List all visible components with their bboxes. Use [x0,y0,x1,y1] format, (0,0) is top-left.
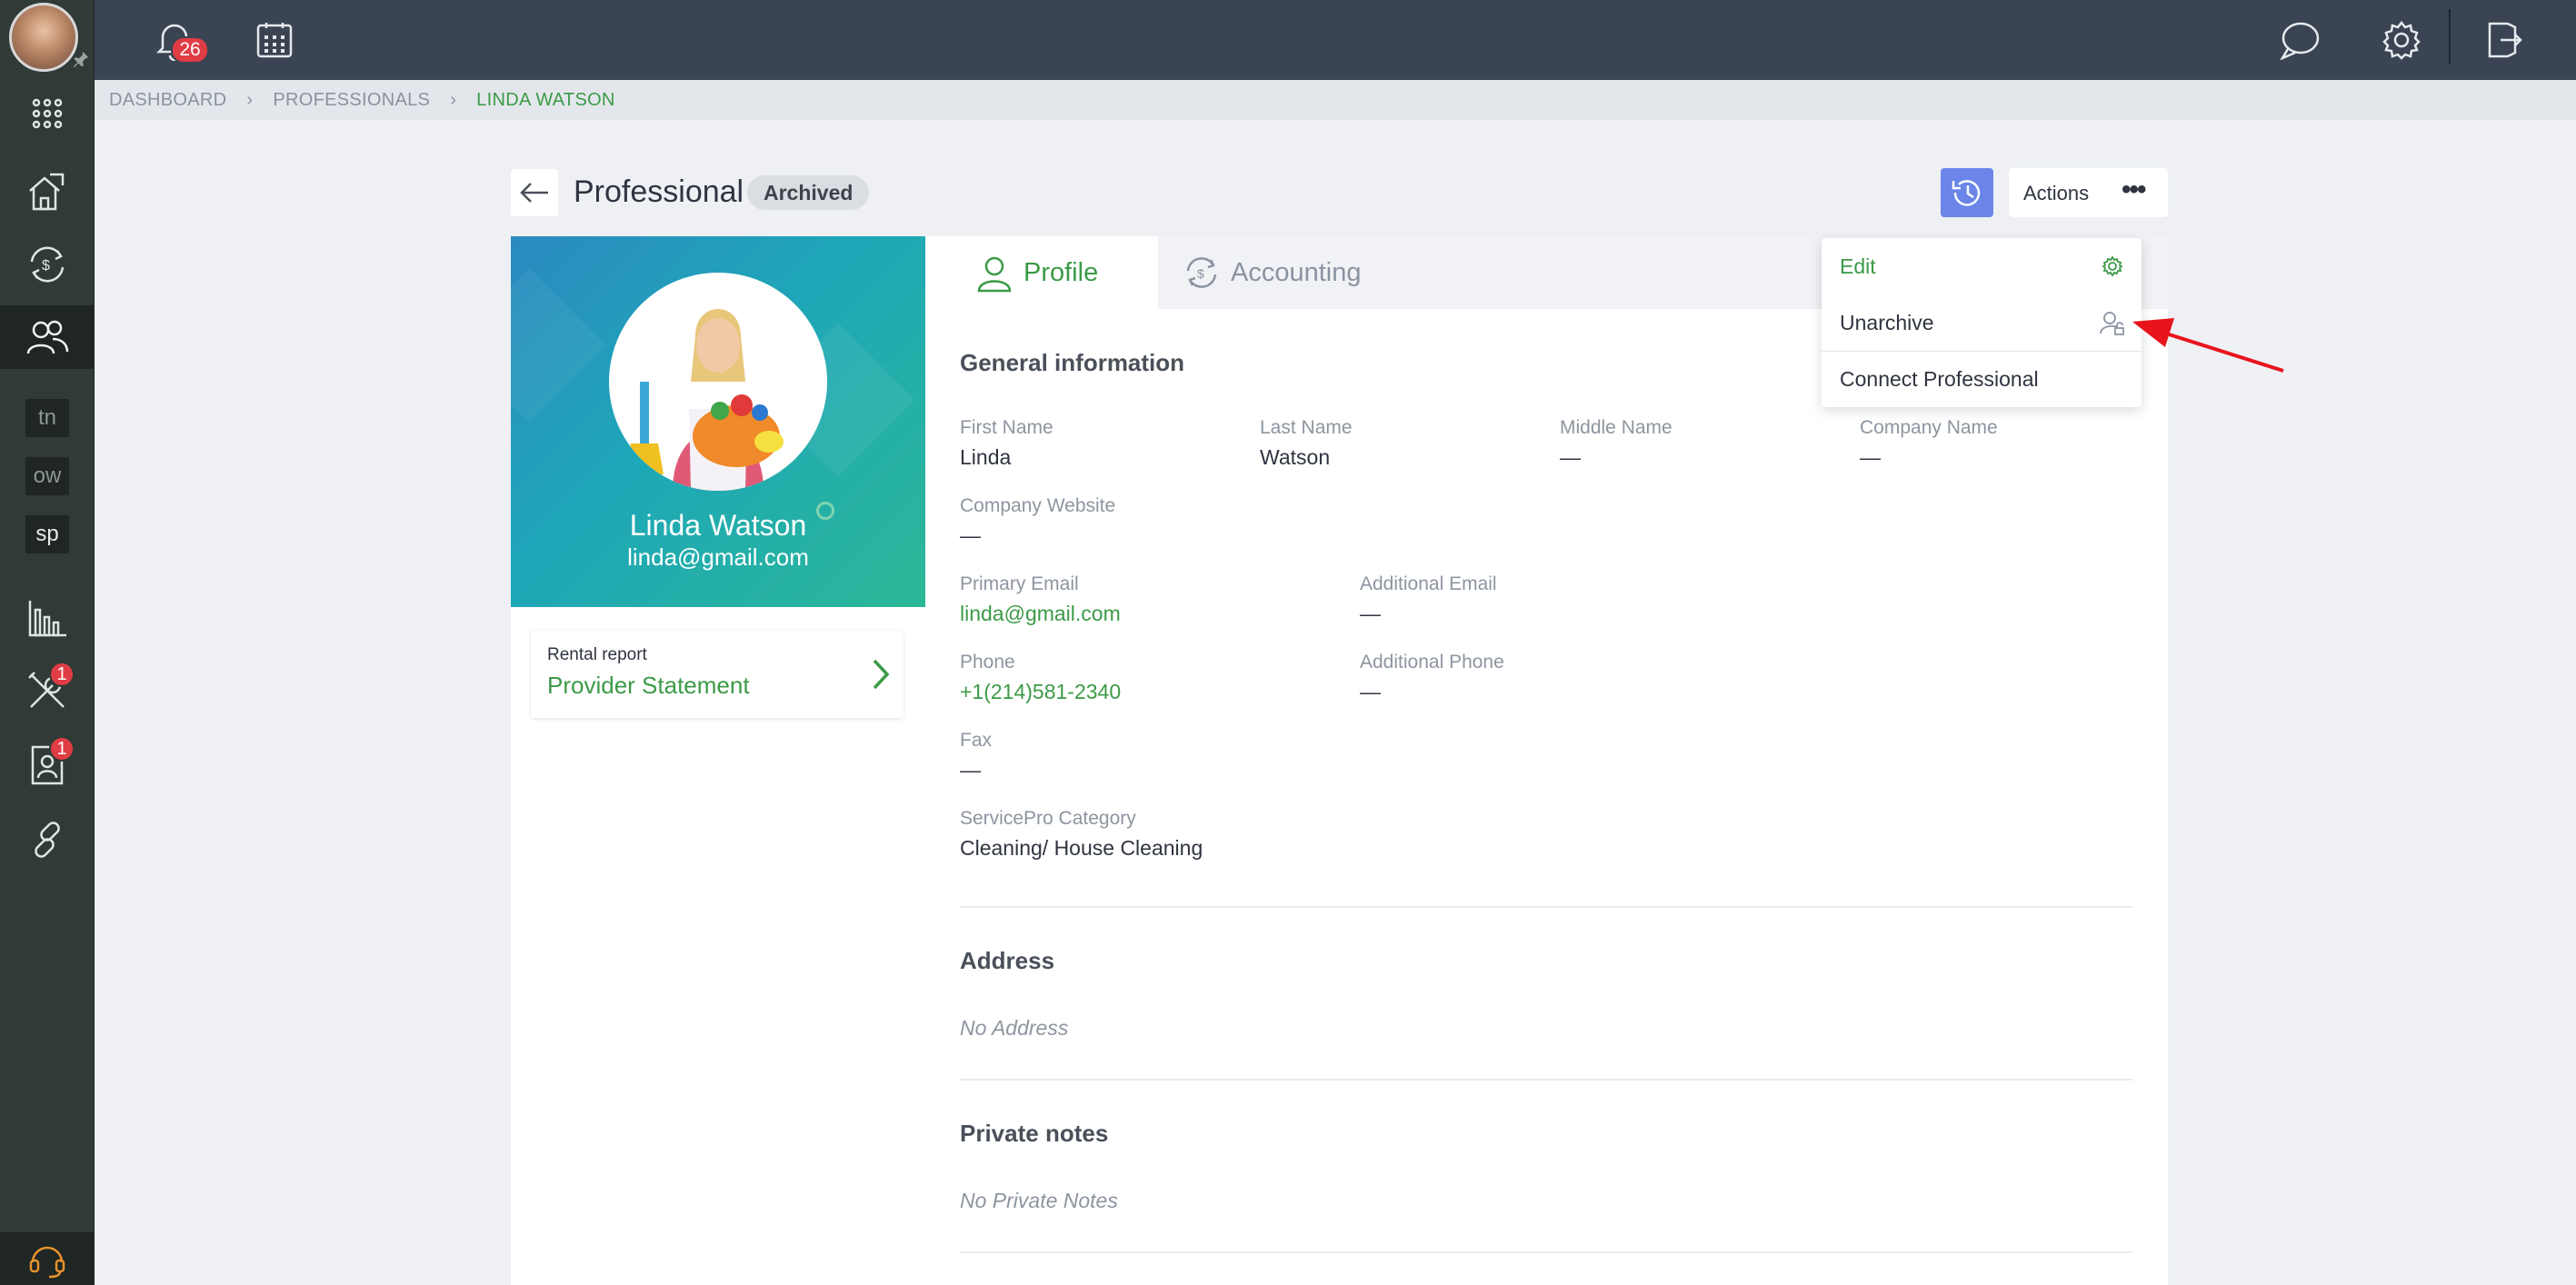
svg-text:$: $ [1197,266,1204,281]
top-bar: 26 [95,0,2576,80]
first-name-label: First Name [960,417,1053,438]
breadcrumb-professionals[interactable]: PROFESSIONALS [273,90,430,111]
support-headset-icon[interactable] [0,1232,95,1285]
calendar-icon[interactable] [249,15,300,65]
annotation-arrow [2132,318,2284,373]
last-name-label: Last Name [1260,417,1353,438]
breadcrumb-separator: › [246,89,254,110]
logout-icon[interactable] [2478,15,2529,65]
gear-icon [2102,255,2123,277]
back-arrow-icon [520,183,548,203]
provider-statement-link[interactable]: Rental report Provider Statement [531,631,904,718]
status-badge: Archived [747,175,870,210]
more-dots-icon: ••• [2122,174,2146,204]
user-avatar[interactable] [9,3,78,72]
reports-chart-icon[interactable] [0,595,95,641]
primary-email-label: Primary Email [960,573,1079,594]
breadcrumb-separator: › [450,89,457,110]
company-name-label: Company Name [1860,417,1998,438]
additional-phone-value: — [1360,680,1381,703]
tools-badge: 1 [49,662,75,687]
topbar-divider [2449,9,2451,64]
menu-item-unarchive[interactable]: Unarchive [1822,294,2142,351]
tools-icon[interactable]: 1 [0,662,95,716]
first-name-value: Linda [960,445,1012,469]
menu-item-edit[interactable]: Edit [1822,238,2142,294]
general-info-heading: General information [960,349,1185,376]
notification-count-badge: 26 [171,36,209,64]
contacts-badge: 1 [49,736,75,762]
profile-name: Linda Watson [629,509,807,542]
professionals-icon[interactable] [0,305,95,369]
actions-dropdown: Edit Unarchive Connect Professional [1822,238,2142,407]
breadcrumb: DASHBOARD › PROFESSIONALS › LINDA WATSON [95,80,2576,120]
accounting-icon: $ [1186,257,1217,288]
report-label: Rental report [547,645,647,664]
no-private-notes-text: No Private Notes [960,1189,1118,1212]
user-unlock-icon [2100,312,2124,335]
category-value: Cleaning/ House Cleaning [960,836,1203,860]
history-button[interactable] [1941,168,1993,217]
no-address-text: No Address [960,1016,1069,1040]
actions-button[interactable]: Actions ••• [2009,168,2168,217]
additional-phone-label: Additional Phone [1360,652,1504,672]
profile-email: linda@gmail.com [627,543,809,571]
sidebar-item-ow[interactable]: ow [0,455,95,497]
phone-label: Phone [960,652,1015,672]
divider [960,1079,2132,1081]
tab-profile[interactable]: Profile [925,236,1158,309]
settings-gear-icon[interactable] [2376,15,2427,65]
breadcrumb-current: LINDA WATSON [476,89,615,110]
address-heading: Address [960,947,1055,974]
additional-email-value: — [1360,602,1381,625]
sidebar-item-tn[interactable]: tn [0,397,95,439]
profile-photo [609,273,827,491]
sidebar: $ tn ow sp 1 1 [0,0,95,1285]
chevron-right-icon [873,659,890,690]
page-title: Professional [574,174,744,209]
middle-name-label: Middle Name [1560,417,1672,438]
divider [960,906,2132,908]
link-icon[interactable] [0,816,95,863]
primary-email-link[interactable]: linda@gmail.com [960,602,1121,626]
fax-label: Fax [960,730,993,751]
phone-link[interactable]: +1(214)581-2340 [960,680,1121,704]
chat-icon[interactable] [2274,15,2325,65]
breadcrumb-dashboard[interactable]: DASHBOARD [109,90,226,111]
middle-name-value: — [1560,445,1581,469]
category-label: ServicePro Category [960,808,1136,829]
properties-icon[interactable] [0,168,95,215]
last-name-value: Watson [1260,445,1331,469]
back-button[interactable] [511,169,558,216]
company-name-value: — [1860,445,1881,469]
profile-hero: Linda Watson linda@gmail.com [511,236,925,607]
sidebar-item-sp[interactable]: sp [0,513,95,555]
report-title: Provider Statement [547,672,750,699]
menu-item-connect-professional[interactable]: Connect Professional [1822,351,2142,407]
finance-icon[interactable]: $ [0,241,95,288]
divider [960,1251,2132,1253]
pin-icon[interactable] [69,47,93,71]
company-website-value: — [960,523,981,547]
apps-grid-icon[interactable] [0,91,95,136]
person-icon [977,256,1012,293]
company-website-label: Company Website [960,495,1116,516]
history-icon [1952,180,1981,206]
svg-text:$: $ [42,258,50,274]
tab-accounting[interactable]: $ Accounting [1158,236,1413,309]
fax-value: — [960,758,981,782]
additional-email-label: Additional Email [1360,573,1497,594]
actions-label: Actions [2023,182,2090,204]
contacts-icon[interactable]: 1 [0,736,95,791]
profile-card: Linda Watson linda@gmail.com Rental repo… [511,236,925,1285]
private-notes-heading: Private notes [960,1120,1109,1147]
hero-pattern [511,268,606,423]
